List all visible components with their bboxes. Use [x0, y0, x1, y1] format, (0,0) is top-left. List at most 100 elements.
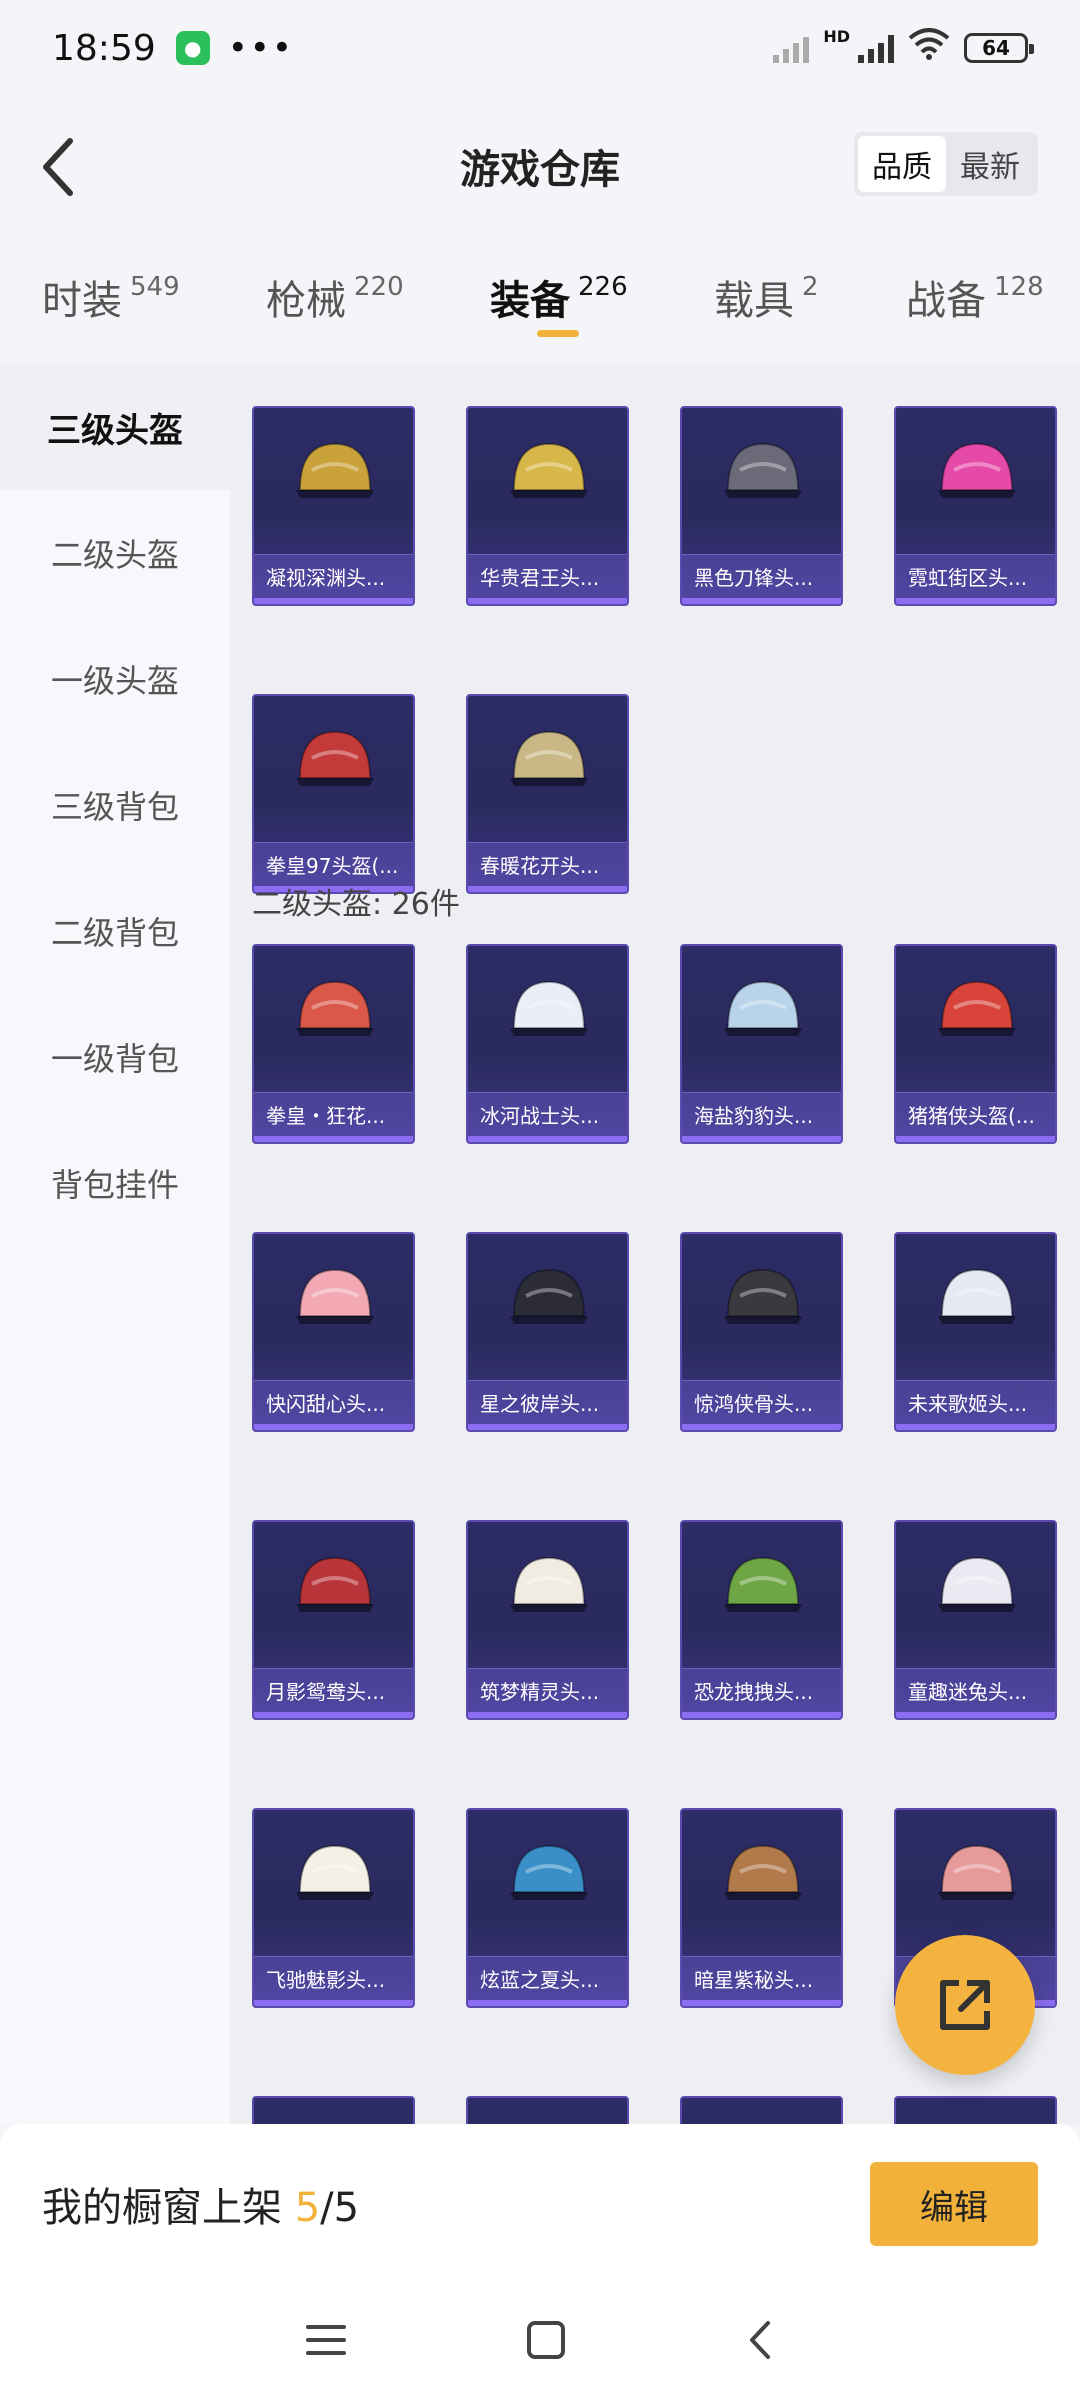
edit-button[interactable]: 编辑	[870, 2162, 1038, 2246]
back-button[interactable]	[28, 132, 88, 202]
tab-label: 载具	[714, 278, 794, 324]
item-name: 拳皇・狂花...	[254, 1092, 413, 1136]
item-name: 海盐豹豹头...	[682, 1092, 841, 1136]
header: 游戏仓库 品质 最新	[0, 96, 1080, 236]
item-card[interactable]: 筑梦精灵头...	[466, 1520, 629, 1720]
item-card[interactable]: 霓虹街区头...	[894, 406, 1057, 606]
more-notifications-icon: •••	[227, 28, 294, 68]
share-button[interactable]	[895, 1935, 1035, 2075]
helmet-icon	[932, 1544, 1022, 1634]
showcase-total-count: /5	[320, 2185, 360, 2231]
item-card[interactable]: 快闪甜心头...	[252, 1232, 415, 1432]
quality-bar	[468, 886, 627, 892]
item-name: 炫蓝之夏头...	[468, 1956, 627, 2000]
item-name: 华贵君王头...	[468, 554, 627, 598]
item-name: 春暖花开头...	[468, 842, 627, 886]
helmet-icon	[290, 968, 380, 1058]
item-card[interactable]: 黑色刀锋头...	[680, 406, 843, 606]
quality-bar	[468, 598, 627, 604]
tab-vehicles[interactable]: 载具 2	[714, 268, 819, 326]
item-card[interactable]: 童趣迷兔头...	[894, 1520, 1057, 1720]
helmet-icon	[718, 1256, 808, 1346]
item-card[interactable]: 拳皇97头盔(...	[252, 694, 415, 894]
quality-bar	[254, 1136, 413, 1142]
item-card[interactable]: 惊鸿侠骨头...	[680, 1232, 843, 1432]
item-card[interactable]: 暗星紫秘头...	[680, 1808, 843, 2008]
sidebar-item-level3-helmet[interactable]: 三级头盔	[0, 364, 230, 490]
system-nav-bar	[0, 2284, 1080, 2400]
item-card[interactable]: 冰河战士头...	[466, 944, 629, 1144]
item-name: 童趣迷兔头...	[896, 1668, 1055, 1712]
tab-label: 装备	[490, 278, 570, 324]
tab-supplies[interactable]: 战备 128	[906, 268, 1044, 326]
sidebar-item-level2-helmet[interactable]: 二级头盔	[0, 490, 230, 616]
helmet-icon	[932, 430, 1022, 520]
status-time: 18:59	[52, 27, 156, 69]
item-card[interactable]: 月影鸳鸯头...	[252, 1520, 415, 1720]
sort-toggle: 品质 最新	[854, 132, 1038, 196]
sidebar-item-level2-backpack[interactable]: 二级背包	[0, 868, 230, 994]
item-name: 月影鸳鸯头...	[254, 1668, 413, 1712]
sidebar-item-level1-helmet[interactable]: 一级头盔	[0, 616, 230, 742]
quality-bar	[682, 1712, 841, 1718]
battery-icon: 64	[964, 33, 1034, 63]
item-card[interactable]: 星之彼岸头...	[466, 1232, 629, 1432]
quality-bar	[896, 1712, 1055, 1718]
tab-label: 时装	[42, 278, 122, 324]
item-card[interactable]: 绚金瑰梦头...	[680, 2096, 843, 2124]
sidebar-item-level1-backpack[interactable]: 一级背包	[0, 994, 230, 1120]
quality-bar	[682, 2000, 841, 2006]
showcase-bar: 我的橱窗上架 5/5 编辑	[0, 2124, 1080, 2284]
item-name: 猪猪侠头盔(...	[896, 1092, 1055, 1136]
quality-bar	[468, 1712, 627, 1718]
home-icon[interactable]	[526, 2320, 566, 2364]
item-card[interactable]: 炫蓝之夏头...	[466, 1808, 629, 2008]
back-icon[interactable]	[746, 2319, 774, 2365]
item-name: 黑色刀锋头...	[682, 554, 841, 598]
item-card[interactable]: 海盐豹豹头...	[680, 944, 843, 1144]
page-title: 游戏仓库	[460, 147, 620, 193]
menu-icon[interactable]	[306, 2323, 346, 2361]
item-card[interactable]: 恐龙拽拽头...	[680, 1520, 843, 1720]
item-card[interactable]: 华贵君王头...	[466, 406, 629, 606]
helmet-icon	[932, 1256, 1022, 1346]
item-name: 快闪甜心头...	[254, 1380, 413, 1424]
item-name: 凝视深渊头...	[254, 554, 413, 598]
quality-bar	[682, 1136, 841, 1142]
item-grid-area: 凝视深渊头... 华贵君王头... 黑色刀锋头... 霓虹街区头... 拳皇97头盔(.…	[230, 364, 1080, 2124]
sidebar-item-level3-backpack[interactable]: 三级背包	[0, 742, 230, 868]
item-card[interactable]: 未来歌姬头...	[894, 1232, 1057, 1432]
quality-bar	[254, 1712, 413, 1718]
quality-bar	[254, 598, 413, 604]
item-card[interactable]: 拳皇・狂花...	[252, 944, 415, 1144]
item-card[interactable]: 洛神天依头...	[894, 2096, 1057, 2124]
item-card[interactable]: 凝视深渊头...	[252, 406, 415, 606]
item-card[interactable]: 异彩先驱头...	[466, 2096, 629, 2124]
helmet-icon	[932, 968, 1022, 1058]
helmet-icon	[290, 718, 380, 808]
helmet-icon	[290, 1256, 380, 1346]
tab-fashion[interactable]: 时装 549	[42, 268, 180, 326]
helmet-icon	[504, 718, 594, 808]
quality-bar	[682, 598, 841, 604]
sort-option-quality[interactable]: 品质	[858, 136, 946, 192]
tab-guns[interactable]: 枪械 220	[266, 268, 404, 326]
quality-bar	[682, 1424, 841, 1430]
sort-option-latest[interactable]: 最新	[946, 136, 1034, 192]
wechat-icon: ●	[175, 31, 210, 65]
quality-bar	[896, 1136, 1055, 1142]
helmet-icon	[504, 1544, 594, 1634]
item-card[interactable]: 春暖花开头...	[466, 694, 629, 894]
item-card[interactable]: 猪猪侠头盔(...	[894, 944, 1057, 1144]
item-card[interactable]: 春暖花开头...	[252, 2096, 415, 2124]
item-name: 飞驰魅影头...	[254, 1956, 413, 2000]
tab-count: 226	[578, 272, 628, 302]
sidebar-item-backpack-charm[interactable]: 背包挂件	[0, 1120, 230, 1246]
tab-equipment[interactable]: 装备 226	[490, 268, 628, 326]
category-tabs: 时装 549 枪械 220 装备 226 载具 2 战备 128	[0, 250, 1080, 360]
tab-count: 2	[802, 272, 819, 302]
tab-count: 220	[354, 272, 404, 302]
item-card[interactable]: 飞驰魅影头...	[252, 1808, 415, 2008]
quality-bar	[254, 2000, 413, 2006]
chevron-left-icon	[43, 138, 73, 196]
